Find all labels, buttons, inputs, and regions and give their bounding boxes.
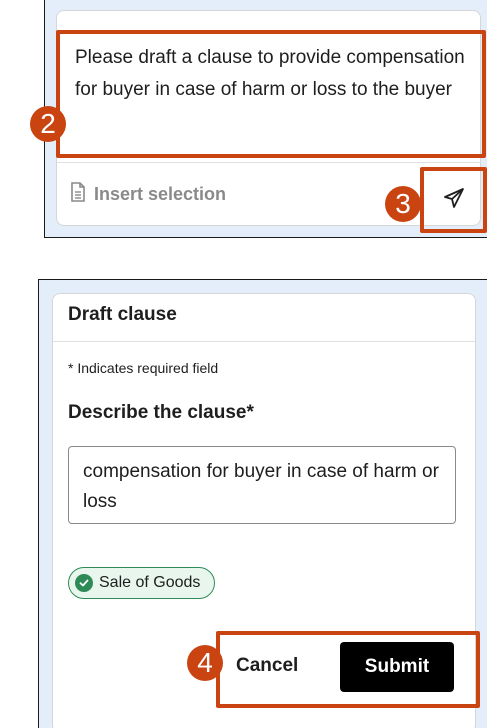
describe-clause-field[interactable]: compensation for buyer in case of harm o…	[68, 446, 456, 524]
composer-divider	[57, 162, 480, 163]
insert-selection-button[interactable]: Insert selection	[70, 180, 226, 208]
step-2-highlight	[56, 30, 486, 158]
form-title: Draft clause	[68, 304, 177, 325]
describe-clause-label: Describe the clause*	[68, 402, 254, 423]
required-field-note: * Indicates required field	[68, 360, 219, 376]
step-3-badge: 3	[385, 186, 421, 222]
step-2-badge: 2	[30, 106, 66, 142]
checkmark-icon	[75, 574, 93, 592]
insert-selection-label: Insert selection	[94, 183, 227, 204]
sale-of-goods-tag[interactable]: Sale of Goods	[68, 567, 216, 599]
step-4-badge: 4	[187, 645, 223, 681]
document-icon	[70, 181, 86, 207]
step-3-highlight	[420, 167, 487, 233]
form-header-divider	[53, 341, 475, 342]
tutorial-screenshot: Please draft a clause to provide compens…	[0, 0, 487, 728]
tag-label: Sale of Goods	[99, 574, 201, 591]
step-4-highlight	[216, 631, 480, 708]
